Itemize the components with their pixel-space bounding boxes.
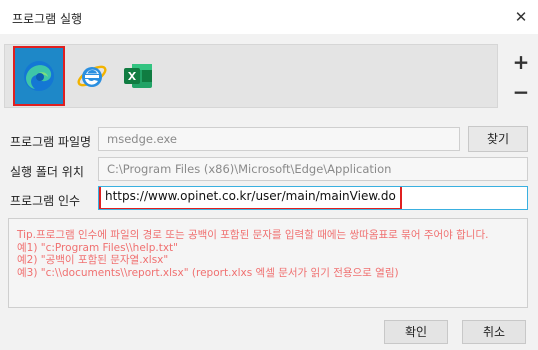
dialog-title: 프로그램 실행 <box>12 12 83 26</box>
tip-line: 예2) "공백이 포함된 문자열.xlsx" <box>17 254 169 266</box>
args-value: https://www.opinet.co.kr/user/main/mainV… <box>99 187 402 209</box>
program-item-edge[interactable] <box>13 46 65 106</box>
file-name-field[interactable]: msedge.exe <box>98 127 460 151</box>
file-name-label: 프로그램 파일명 <box>10 135 92 149</box>
ok-button[interactable]: 확인 <box>384 320 448 344</box>
args-label: 프로그램 인수 <box>10 194 81 208</box>
program-item-excel[interactable] <box>113 50 163 102</box>
ie-icon <box>77 65 107 87</box>
tip-line: Tip.프로그램 인수에 파일의 경로 또는 공백이 포함된 문자를 입력할 때… <box>17 229 489 241</box>
tip-line: 예3) "c:\\documents\\report.xlsx" (report… <box>17 266 399 279</box>
add-program-button[interactable]: + <box>510 51 532 73</box>
tip-box: Tip.프로그램 인수에 파일의 경로 또는 공백이 포함된 문자를 입력할 때… <box>8 218 528 308</box>
edge-icon <box>24 61 54 91</box>
cancel-button[interactable]: 취소 <box>462 320 526 344</box>
title-bar: 프로그램 실행 ✕ <box>0 0 538 34</box>
remove-program-button[interactable]: − <box>510 81 532 103</box>
program-item-ie[interactable] <box>67 50 117 102</box>
folder-label: 실행 폴더 위치 <box>10 165 84 179</box>
close-button[interactable]: ✕ <box>510 6 532 28</box>
browse-button[interactable]: 찾기 <box>468 126 528 152</box>
tip-line: 예1) "c:Program Files\\help.txt" <box>17 241 178 254</box>
args-input[interactable]: https://www.opinet.co.kr/user/main/mainV… <box>98 186 528 210</box>
program-run-dialog: 프로그램 실행 ✕ + − 프로그램 파일명 msedge.exe 찾기 실행 … <box>0 0 538 350</box>
excel-icon <box>124 64 152 88</box>
folder-field[interactable]: C:\Program Files (x86)\Microsoft\Edge\Ap… <box>98 157 528 181</box>
program-icon-list <box>4 44 498 108</box>
